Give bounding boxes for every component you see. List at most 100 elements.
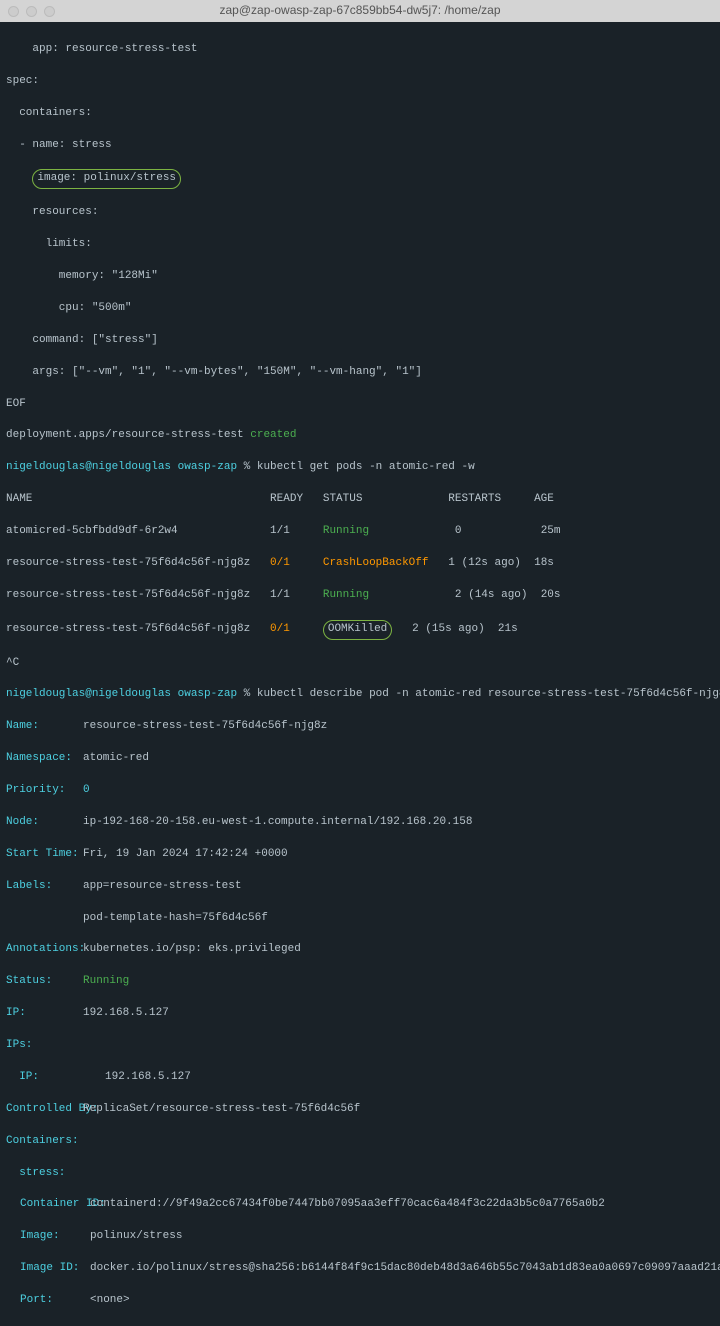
describe-val: ip-192-168-20-158.eu-west-1.compute.inte… xyxy=(83,816,472,828)
yaml-line: args: ["--vm", "1", "--vm-bytes", "150M"… xyxy=(6,365,714,381)
prompt-cmd: % kubectl describe pod -n atomic-red res… xyxy=(244,688,720,700)
describe-key: Controlled By: xyxy=(6,1102,83,1118)
yaml-line: containers: xyxy=(6,106,714,122)
prompt-line: nigeldouglas@nigeldouglas owasp-zap % ku… xyxy=(6,460,714,476)
pod-ready: 1/1 xyxy=(270,589,323,601)
yaml-line: command: ["stress"] xyxy=(6,333,714,349)
yaml-eof: EOF xyxy=(6,397,714,413)
describe-row: Containers: xyxy=(6,1134,714,1150)
minimize-icon[interactable] xyxy=(26,6,37,17)
describe-key: Host Port: xyxy=(6,1325,90,1326)
yaml-line: - name: stress xyxy=(6,138,714,154)
describe-val: docker.io/polinux/stress@sha256:b6144f84… xyxy=(90,1262,720,1274)
describe-val: 192.168.5.127 xyxy=(105,1071,191,1083)
describe-key: Labels: xyxy=(6,879,83,895)
pod-status: CrashLoopBackOff xyxy=(323,557,429,569)
pod-row: resource-stress-test-75f6d4c56f-njg8z 0/… xyxy=(6,556,714,572)
prompt-user: nigeldouglas@nigeldouglas xyxy=(6,688,171,700)
describe-row: IPs: xyxy=(6,1038,714,1054)
describe-row: Image:polinux/stress xyxy=(6,1229,714,1245)
pod-ready: 0/1 xyxy=(270,557,323,569)
describe-row: Port:<none> xyxy=(6,1293,714,1309)
describe-val: 192.168.5.127 xyxy=(83,1007,169,1019)
describe-row: Host Port:<none> xyxy=(6,1325,714,1326)
yaml-line: resources: xyxy=(6,205,714,221)
pod-ready: 0/1 xyxy=(270,623,323,635)
deployment-created: deployment.apps/resource-stress-test cre… xyxy=(6,428,714,444)
describe-val: Running xyxy=(83,975,129,987)
pod-row: resource-stress-test-75f6d4c56f-njg8z 0/… xyxy=(6,620,714,640)
maximize-icon[interactable] xyxy=(44,6,55,17)
pod-meta: 2 (14s ago) 20s xyxy=(369,589,560,601)
describe-key: Container ID: xyxy=(6,1197,90,1213)
pod-meta: 0 25m xyxy=(369,525,560,537)
describe-val: containerd://9f49a2cc67434f0be7447bb0709… xyxy=(90,1198,605,1210)
describe-row: Image ID:docker.io/polinux/stress@sha256… xyxy=(6,1261,714,1277)
describe-key: Image ID: xyxy=(6,1261,90,1277)
describe-val: Fri, 19 Jan 2024 17:42:24 +0000 xyxy=(83,848,288,860)
describe-row: Container ID:containerd://9f49a2cc67434f… xyxy=(6,1197,714,1213)
describe-row: Status:Running xyxy=(6,974,714,990)
describe-val: pod-template-hash=75f6d4c56f xyxy=(83,912,268,924)
pod-row: atomicred-5cbfbdd9df-6r2w4 1/1 Running 0… xyxy=(6,524,714,540)
deploy-created: created xyxy=(250,429,296,441)
pod-name: atomicred-5cbfbdd9df-6r2w4 xyxy=(6,525,270,537)
prompt-path: owasp-zap xyxy=(171,461,244,473)
pod-row: resource-stress-test-75f6d4c56f-njg8z 1/… xyxy=(6,588,714,604)
pod-name: resource-stress-test-75f6d4c56f-njg8z xyxy=(6,623,270,635)
describe-val: ReplicaSet/resource-stress-test-75f6d4c5… xyxy=(83,1103,360,1115)
prompt-cmd: % kubectl get pods -n atomic-red -w xyxy=(244,461,475,473)
close-icon[interactable] xyxy=(8,6,19,17)
pod-meta: 1 (12s ago) 18s xyxy=(428,557,553,569)
prompt-path: owasp-zap xyxy=(171,688,244,700)
ctrl-c: ^C xyxy=(6,656,714,672)
yaml-image-line: image: polinux/stress xyxy=(6,169,714,189)
pod-status: Running xyxy=(323,589,369,601)
describe-key: Image: xyxy=(6,1229,90,1245)
window-buttons xyxy=(8,6,55,17)
highlight-oomkilled: OOMKilled xyxy=(323,620,392,640)
yaml-line: cpu: "500m" xyxy=(6,301,714,317)
yaml-line: spec: xyxy=(6,74,714,90)
describe-val: kubernetes.io/psp: eks.privileged xyxy=(83,943,301,955)
pod-ready: 1/1 xyxy=(270,525,323,537)
describe-val: polinux/stress xyxy=(90,1230,182,1242)
describe-val: app=resource-stress-test xyxy=(83,880,241,892)
describe-row: pod-template-hash=75f6d4c56f xyxy=(6,911,714,927)
describe-row: IP: 192.168.5.127 xyxy=(6,1070,714,1086)
pod-status: Running xyxy=(323,525,369,537)
describe-val: 0 xyxy=(83,784,90,796)
describe-row: stress: xyxy=(6,1166,714,1182)
describe-row: Start Time:Fri, 19 Jan 2024 17:42:24 +00… xyxy=(6,847,714,863)
describe-row: Controlled By:ReplicaSet/resource-stress… xyxy=(6,1102,714,1118)
highlight-image: image: polinux/stress xyxy=(32,169,181,189)
describe-key: IP: xyxy=(6,1071,105,1083)
window-title: zap@zap-owasp-zap-67c859bb54-dw5j7: /hom… xyxy=(219,2,500,19)
describe-key: Port: xyxy=(6,1293,90,1309)
describe-key: Annotations: xyxy=(6,942,83,958)
yaml-line: limits: xyxy=(6,237,714,253)
describe-key: Status: xyxy=(6,974,83,990)
describe-row: IP:192.168.5.127 xyxy=(6,1006,714,1022)
describe-key: Namespace: xyxy=(6,751,83,767)
describe-key: Priority: xyxy=(6,783,83,799)
pod-meta: 2 (15s ago) 21s xyxy=(392,623,517,635)
yaml-line: memory: "128Mi" xyxy=(6,269,714,285)
pod-name: resource-stress-test-75f6d4c56f-njg8z xyxy=(6,589,270,601)
describe-key: Start Time: xyxy=(6,847,83,863)
describe-row: Name:resource-stress-test-75f6d4c56f-njg… xyxy=(6,719,714,735)
terminal-output[interactable]: app: resource-stress-test spec: containe… xyxy=(0,22,720,1326)
describe-val: atomic-red xyxy=(83,752,149,764)
prompt-user: nigeldouglas@nigeldouglas xyxy=(6,461,171,473)
prompt-line: nigeldouglas@nigeldouglas owasp-zap % ku… xyxy=(6,687,714,703)
describe-row: Priority:0 xyxy=(6,783,714,799)
pod-name: resource-stress-test-75f6d4c56f-njg8z xyxy=(6,557,270,569)
describe-row: Annotations:kubernetes.io/psp: eks.privi… xyxy=(6,942,714,958)
describe-row: Node:ip-192-168-20-158.eu-west-1.compute… xyxy=(6,815,714,831)
pod-header: NAME READY STATUS RESTARTS AGE xyxy=(6,492,714,508)
describe-val: resource-stress-test-75f6d4c56f-njg8z xyxy=(83,720,327,732)
describe-key: IP: xyxy=(6,1006,83,1022)
deploy-prefix: deployment.apps/resource-stress-test xyxy=(6,429,250,441)
describe-row: Labels:app=resource-stress-test xyxy=(6,879,714,895)
describe-val: <none> xyxy=(90,1294,130,1306)
